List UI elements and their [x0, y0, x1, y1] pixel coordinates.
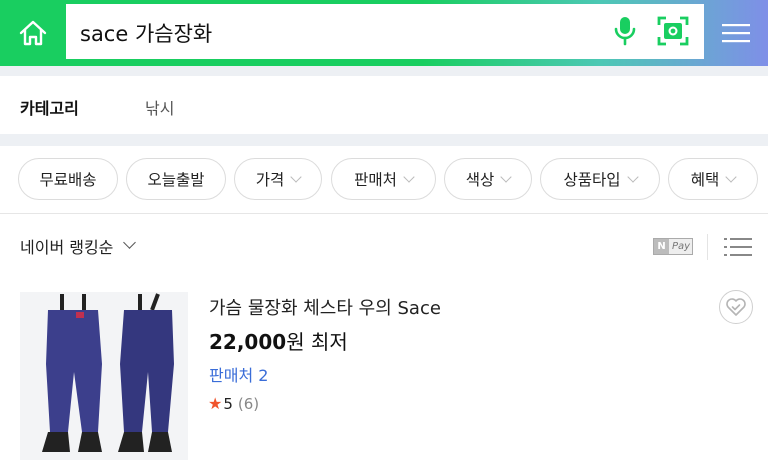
npay-filter-toggle[interactable]: N Pay	[653, 238, 693, 255]
chevron-down-icon	[123, 236, 136, 249]
chevron-down-icon	[725, 170, 737, 183]
product-rating: ★ 5 (6)	[208, 394, 259, 413]
filter-chip-benefit[interactable]: 혜택	[668, 158, 758, 200]
chevron-down-icon	[500, 170, 512, 183]
chevron-down-icon	[403, 170, 415, 183]
hamburger-menu-icon	[722, 24, 750, 43]
naver-n-icon: N	[654, 239, 669, 254]
filter-chip-color[interactable]: 색상	[444, 158, 532, 200]
top-search-header: sace 가슴장화	[0, 0, 768, 66]
seller-count-link[interactable]: 판매처 2	[209, 362, 268, 386]
star-icon: ★	[208, 394, 223, 413]
menu-button[interactable]	[710, 10, 762, 56]
filter-chip-label: 가격	[255, 171, 285, 189]
section-divider	[0, 134, 768, 146]
list-view-toggle[interactable]	[724, 236, 752, 258]
home-button[interactable]	[0, 0, 66, 66]
product-price: 22,000원 최저	[209, 326, 348, 355]
category-value[interactable]: 낚시	[145, 95, 174, 119]
home-icon	[19, 20, 47, 46]
product-title[interactable]: 가슴 물장화 체스타 우의 Sace	[209, 294, 441, 320]
voice-search-button[interactable]	[606, 12, 644, 50]
filter-chip-seller[interactable]: 판매처	[331, 158, 436, 200]
filter-chip-today-dispatch[interactable]: 오늘출발	[126, 158, 226, 200]
sort-bar: 네이버 랭킹순 N Pay	[0, 222, 768, 270]
search-box[interactable]: sace 가슴장화	[66, 4, 704, 59]
filter-chip-label: 판매처	[354, 171, 397, 189]
price-value: 22,000	[209, 330, 287, 354]
filter-chip-price[interactable]: 가격	[234, 158, 322, 200]
filter-chip-label: 색상	[465, 171, 495, 189]
divider	[707, 234, 708, 260]
filter-chip-label: 무료배송	[39, 171, 97, 189]
filter-chip-label: 오늘출발	[147, 171, 205, 189]
search-input[interactable]: sace 가슴장화	[80, 18, 212, 48]
chevron-down-icon	[290, 170, 302, 183]
image-search-button[interactable]	[654, 12, 692, 50]
product-thumbnail[interactable]	[20, 292, 188, 460]
list-view-icon	[724, 238, 752, 256]
lens-icon	[657, 16, 689, 46]
filter-chip-bar: 무료배송 오늘출발 가격 판매처 색상 상품타입 혜택	[0, 146, 768, 214]
chevron-down-icon	[626, 170, 639, 183]
filter-chip-free-shipping[interactable]: 무료배송	[18, 158, 118, 200]
filter-chip-product-type[interactable]: 상품타입	[540, 158, 660, 200]
category-label: 카테고리	[20, 99, 79, 118]
filter-chip-label: 상품타입	[563, 171, 621, 189]
heart-check-icon	[726, 298, 746, 316]
price-unit: 원 최저	[286, 330, 348, 354]
section-divider	[0, 66, 768, 76]
product-card[interactable]: 가슴 물장화 체스타 우의 Sace 22,000원 최저 판매처 2 ★ 5 …	[0, 280, 768, 470]
filter-chip-label: 혜택	[690, 171, 720, 189]
wishlist-button[interactable]	[719, 290, 753, 324]
npay-label: Pay	[672, 241, 691, 252]
review-count: (6)	[237, 394, 260, 413]
category-row[interactable]: 카테고리 낚시	[0, 76, 768, 134]
chest-waders-image	[42, 293, 174, 452]
microphone-icon	[614, 17, 636, 46]
sort-dropdown[interactable]: 네이버 랭킹순	[20, 234, 113, 258]
rating-value: 5	[223, 394, 233, 413]
